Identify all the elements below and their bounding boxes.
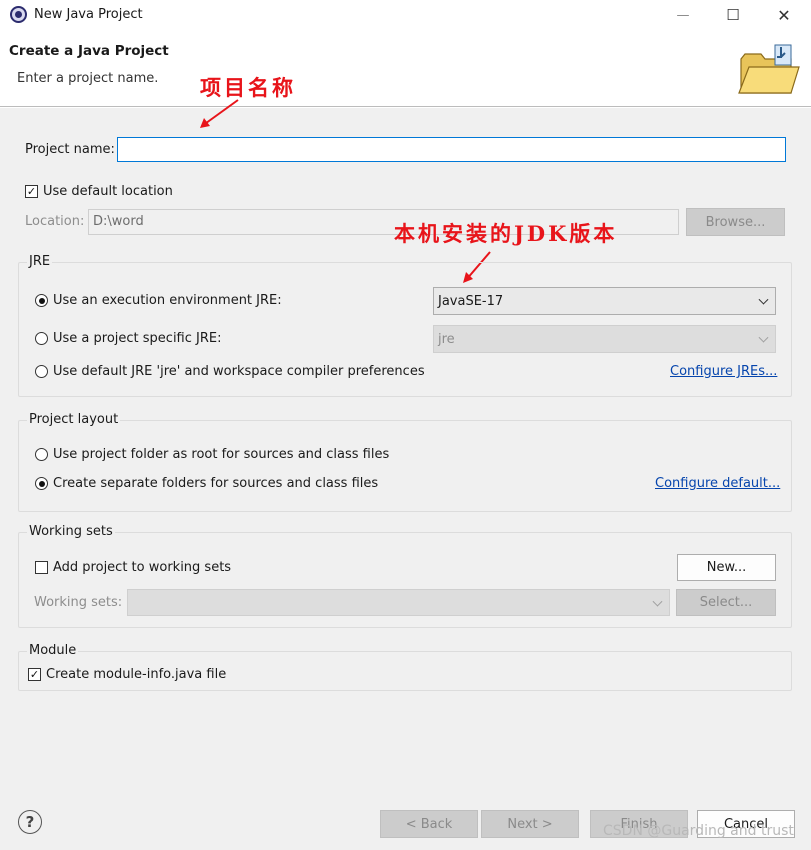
jre-execution-env-radio[interactable] (35, 294, 48, 307)
location-label: Location: (25, 214, 85, 229)
configure-jres-link[interactable]: Configure JREs... (670, 364, 777, 379)
create-module-info-label: Create module-info.java file (46, 667, 227, 682)
chevron-down-icon (758, 332, 769, 343)
browse-button[interactable]: Browse... (686, 208, 785, 236)
window-title: New Java Project (34, 7, 143, 22)
wizard-banner (0, 30, 811, 107)
add-to-working-sets-label: Add project to working sets (53, 560, 232, 575)
project-name-input[interactable] (117, 137, 786, 162)
layout-separate-radio[interactable] (35, 477, 48, 490)
add-to-working-sets-checkbox[interactable] (35, 561, 48, 574)
annotation-jdk-version: 本机安装的JDK版本 (394, 221, 618, 246)
jre-default-radio[interactable] (35, 365, 48, 378)
chevron-down-icon (652, 596, 663, 607)
eclipse-app-icon (10, 6, 27, 23)
close-icon: ✕ (777, 5, 791, 25)
working-sets-label: Working sets: (34, 595, 123, 610)
layout-root-label: Use project folder as root for sources a… (53, 447, 390, 462)
project-layout-group-title: Project layout (27, 412, 121, 427)
jre-execution-env-label: Use an execution environment JRE: (53, 293, 282, 308)
select-working-set-button[interactable]: Select... (676, 589, 776, 616)
title-bar: New Java Project — ☐ ✕ (0, 0, 811, 30)
create-module-info-checkbox[interactable]: ✓ (28, 668, 41, 681)
layout-root-radio[interactable] (35, 448, 48, 461)
help-glyph: ? (25, 813, 35, 831)
annotation-arrow-icon (200, 99, 239, 128)
folder-icon (738, 44, 800, 94)
use-default-location-label: Use default location (43, 184, 173, 199)
working-sets-select[interactable] (127, 589, 670, 616)
minimize-icon: — (676, 7, 690, 23)
next-button[interactable]: Next > (481, 810, 579, 838)
help-icon[interactable]: ? (18, 810, 42, 834)
project-specific-jre-value: jre (438, 331, 455, 347)
jre-project-specific-radio[interactable] (35, 332, 48, 345)
configure-default-link[interactable]: Configure default... (655, 476, 780, 491)
checkmark-icon: ✓ (26, 185, 37, 198)
jre-project-specific-label: Use a project specific JRE: (53, 331, 222, 346)
banner-title: Create a Java Project (9, 43, 169, 59)
watermark-text: CSDN @Guarding and trust (603, 823, 794, 839)
execution-env-select[interactable]: JavaSE-17 (433, 287, 776, 315)
project-name-label: Project name: (25, 142, 115, 157)
back-button[interactable]: < Back (380, 810, 478, 838)
minimize-button[interactable]: — (660, 0, 706, 30)
new-working-set-button[interactable]: New... (677, 554, 776, 581)
layout-separate-label: Create separate folders for sources and … (53, 476, 379, 491)
chevron-down-icon (758, 294, 769, 305)
jre-default-label: Use default JRE 'jre' and workspace comp… (53, 364, 425, 379)
working-sets-group-title: Working sets (27, 524, 115, 539)
jre-group-title: JRE (27, 254, 53, 269)
project-specific-jre-select[interactable]: jre (433, 325, 776, 353)
checkmark-icon: ✓ (29, 668, 40, 681)
execution-env-value: JavaSE-17 (438, 293, 504, 309)
module-group-title: Module (27, 643, 79, 658)
use-default-location-checkbox[interactable]: ✓ (25, 185, 38, 198)
maximize-button[interactable]: ☐ (710, 0, 756, 30)
close-button[interactable]: ✕ (761, 0, 807, 30)
project-layout-group (18, 420, 792, 512)
banner-subtitle: Enter a project name. (17, 71, 159, 86)
maximize-icon: ☐ (726, 6, 740, 24)
